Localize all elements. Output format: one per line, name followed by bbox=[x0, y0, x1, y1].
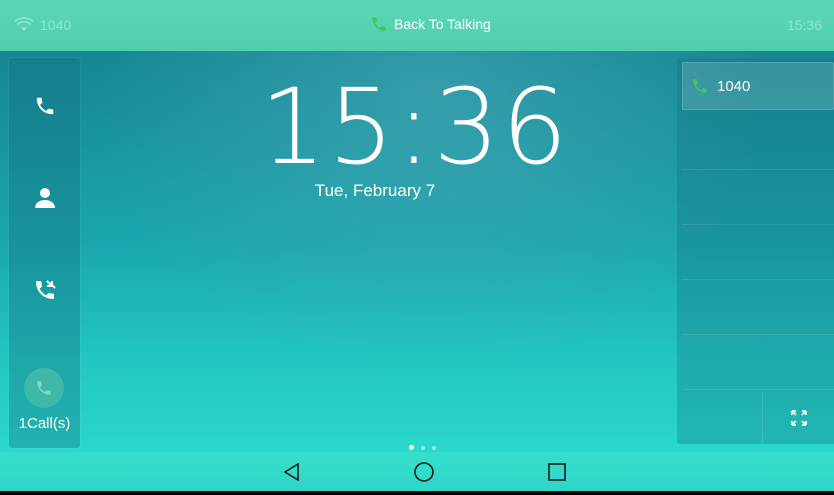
bottom-border bbox=[0, 0, 834, 495]
phone-screen: 1040 Back To Talking 15:36 1Call(s) 15:3… bbox=[0, 0, 834, 495]
